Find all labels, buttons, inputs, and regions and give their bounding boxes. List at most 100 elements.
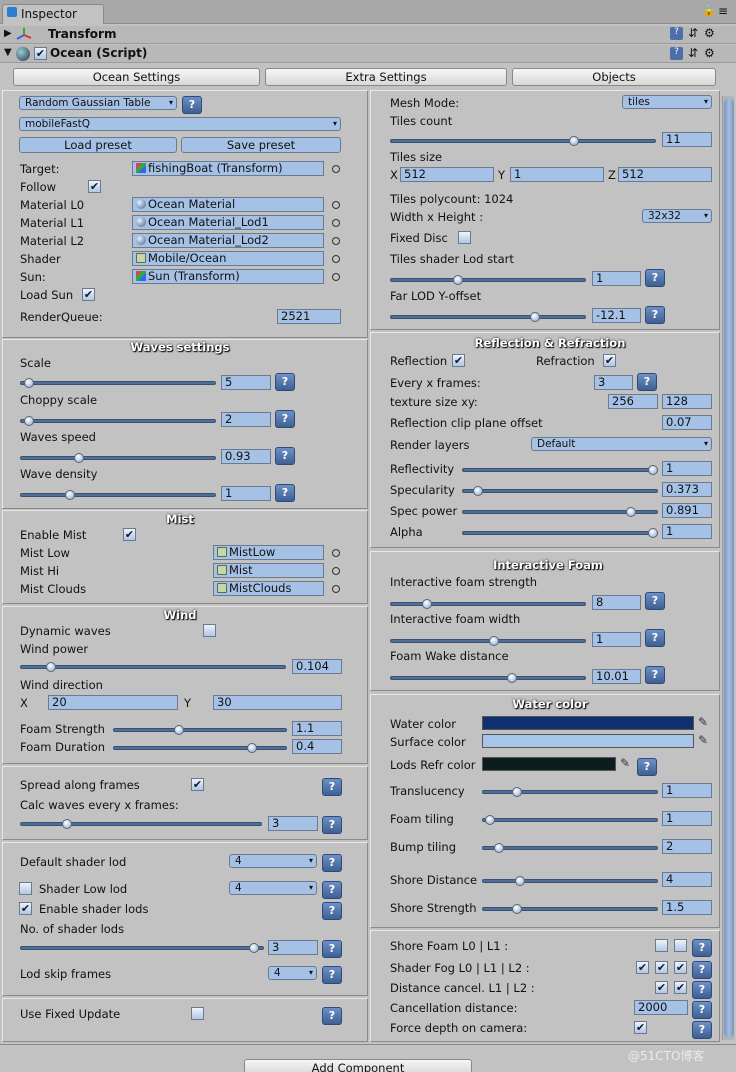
menu-icon[interactable]: ≡	[718, 4, 728, 18]
shader-low-lod-checkbox[interactable]	[19, 882, 32, 895]
transform-header[interactable]: ▶ Transform ? ⇵ ⚙	[0, 26, 736, 44]
specularity-field[interactable]: 0.373	[662, 482, 712, 497]
shader-field[interactable]: Mobile/Ocean	[132, 251, 324, 266]
foam-strength-slider-knob[interactable]	[421, 599, 432, 609]
foam-duration-slider[interactable]	[113, 746, 287, 750]
calc-waves-field[interactable]: 3	[268, 816, 318, 831]
cancellation-distance-field[interactable]: 2000	[634, 1000, 688, 1015]
foam-strength-slider[interactable]	[390, 602, 586, 606]
lod-skip-frames-help-button[interactable]: ?	[322, 966, 342, 984]
scale-slider-knob[interactable]	[23, 378, 34, 388]
object-picker-icon[interactable]	[332, 549, 340, 557]
help-icon[interactable]: ?	[670, 47, 683, 60]
reflectivity-slider-knob[interactable]	[648, 465, 658, 475]
reflection-checkbox[interactable]: ✔	[452, 354, 465, 367]
distance-cancel-l1-checkbox[interactable]: ✔	[655, 981, 668, 994]
reflectivity-field[interactable]: 1	[662, 461, 712, 476]
foam-tiling-field[interactable]: 1	[662, 811, 712, 826]
shader-low-lod-help-button[interactable]: ?	[322, 881, 342, 899]
enable-mist-checkbox[interactable]: ✔	[123, 528, 136, 541]
inspector-scrollbar[interactable]	[722, 96, 734, 1040]
far-lod-slider-knob[interactable]	[529, 312, 540, 322]
ocean-script-header[interactable]: ▼ ✔ Ocean (Script) ? ⇵ ⚙	[0, 45, 736, 63]
foam-wake-help-button[interactable]: ?	[645, 666, 665, 684]
foam-tiling-slider[interactable]	[482, 818, 658, 822]
lock-icon[interactable]: 🔒	[702, 4, 716, 17]
foam-strength-slider-knob[interactable]	[173, 725, 184, 735]
spread-checkbox[interactable]: ✔	[191, 778, 204, 791]
object-picker-icon[interactable]	[332, 567, 340, 575]
load-sun-checkbox[interactable]: ✔	[82, 288, 95, 301]
ocean-enabled-checkbox[interactable]: ✔	[34, 47, 47, 60]
every-x-frames-help-button[interactable]: ?	[637, 373, 657, 391]
load-preset-button[interactable]: Load preset	[19, 137, 177, 153]
wind-power-field[interactable]: 0.104	[292, 659, 342, 674]
fixed-update-help-button[interactable]: ?	[322, 1007, 342, 1025]
translucency-field[interactable]: 1	[662, 783, 712, 798]
material-l1-field[interactable]: Ocean Material_Lod1	[132, 215, 324, 230]
mist-clouds-field[interactable]: MistClouds	[213, 581, 324, 596]
width-height-dropdown[interactable]: 32x32 ▾	[642, 209, 712, 223]
texture-size-y-field[interactable]: 128	[662, 394, 712, 409]
table-help-button[interactable]: ?	[182, 96, 202, 114]
num-shader-lods-slider[interactable]	[20, 946, 264, 950]
spread-help-button[interactable]: ?	[322, 778, 342, 796]
scrollbar-thumb[interactable]	[724, 98, 734, 1038]
dynamic-waves-checkbox[interactable]	[203, 624, 216, 637]
choppy-help-button[interactable]: ?	[275, 410, 295, 428]
foam-wake-field[interactable]: 10.01	[592, 669, 641, 684]
foam-wake-slider[interactable]	[390, 676, 586, 680]
wave-density-slider[interactable]	[20, 493, 216, 497]
eyedropper-icon[interactable]: ✎	[698, 715, 708, 729]
enable-shader-lods-help-button[interactable]: ?	[322, 902, 342, 920]
translucency-slider[interactable]	[482, 790, 658, 794]
num-shader-lods-field[interactable]: 3	[268, 940, 318, 955]
material-l2-field[interactable]: Ocean Material_Lod2	[132, 233, 324, 248]
object-picker-icon[interactable]	[332, 255, 340, 263]
calc-waves-slider-knob[interactable]	[61, 819, 72, 829]
shader-fog-l2-checkbox[interactable]: ✔	[674, 961, 687, 974]
distance-cancel-help-button[interactable]: ?	[692, 981, 712, 999]
target-field[interactable]: fishingBoat (Transform)	[132, 161, 324, 176]
shore-foam-l1-checkbox[interactable]	[674, 939, 687, 952]
shader-low-lod-dropdown[interactable]: 4 ▾	[229, 881, 317, 895]
choppy-slider-knob[interactable]	[23, 416, 34, 426]
every-x-frames-field[interactable]: 3	[594, 375, 633, 390]
distance-cancel-l2-checkbox[interactable]: ✔	[674, 981, 687, 994]
save-preset-button[interactable]: Save preset	[181, 137, 341, 153]
shader-fog-help-button[interactable]: ?	[692, 961, 712, 979]
default-shader-lod-help-button[interactable]: ?	[322, 854, 342, 872]
shader-fog-l1-checkbox[interactable]: ✔	[655, 961, 668, 974]
shader-fog-l0-checkbox[interactable]: ✔	[636, 961, 649, 974]
water-color-swatch[interactable]	[482, 716, 694, 730]
wind-dir-x-field[interactable]: 20	[48, 695, 178, 710]
wave-density-slider-knob[interactable]	[64, 490, 75, 500]
bump-tiling-slider[interactable]	[482, 846, 658, 850]
default-shader-lod-dropdown[interactable]: 4 ▾	[229, 854, 317, 868]
tab-objects[interactable]: Objects	[512, 68, 716, 86]
shore-distance-field[interactable]: 4	[662, 872, 712, 887]
wave-density-help-button[interactable]: ?	[275, 484, 295, 502]
reflectivity-slider[interactable]	[462, 468, 658, 472]
gear-icon[interactable]: ⚙	[704, 46, 715, 60]
tiles-shader-lod-help-button[interactable]: ?	[645, 269, 665, 287]
foam-width-help-button[interactable]: ?	[645, 629, 665, 647]
foldout-closed-icon[interactable]: ▶	[4, 28, 12, 39]
shore-foam-help-button[interactable]: ?	[692, 939, 712, 957]
object-picker-icon[interactable]	[332, 165, 340, 173]
tiles-size-z-field[interactable]: 512	[618, 167, 712, 182]
choppy-field[interactable]: 2	[221, 412, 271, 427]
texture-size-x-field[interactable]: 256	[608, 394, 658, 409]
spec-power-slider-knob[interactable]	[625, 507, 636, 517]
follow-checkbox[interactable]: ✔	[88, 180, 101, 193]
alpha-slider-knob[interactable]	[648, 528, 658, 538]
foam-duration-field[interactable]: 0.4	[292, 739, 342, 754]
render-layers-dropdown[interactable]: Default ▾	[531, 437, 712, 451]
refraction-checkbox[interactable]: ✔	[603, 354, 616, 367]
wave-density-field[interactable]: 1	[221, 486, 271, 501]
shore-distance-slider[interactable]	[482, 879, 658, 883]
shore-strength-slider-knob[interactable]	[511, 904, 522, 914]
alpha-slider[interactable]	[462, 531, 658, 535]
wind-dir-y-field[interactable]: 30	[213, 695, 342, 710]
force-depth-checkbox[interactable]: ✔	[634, 1021, 647, 1034]
